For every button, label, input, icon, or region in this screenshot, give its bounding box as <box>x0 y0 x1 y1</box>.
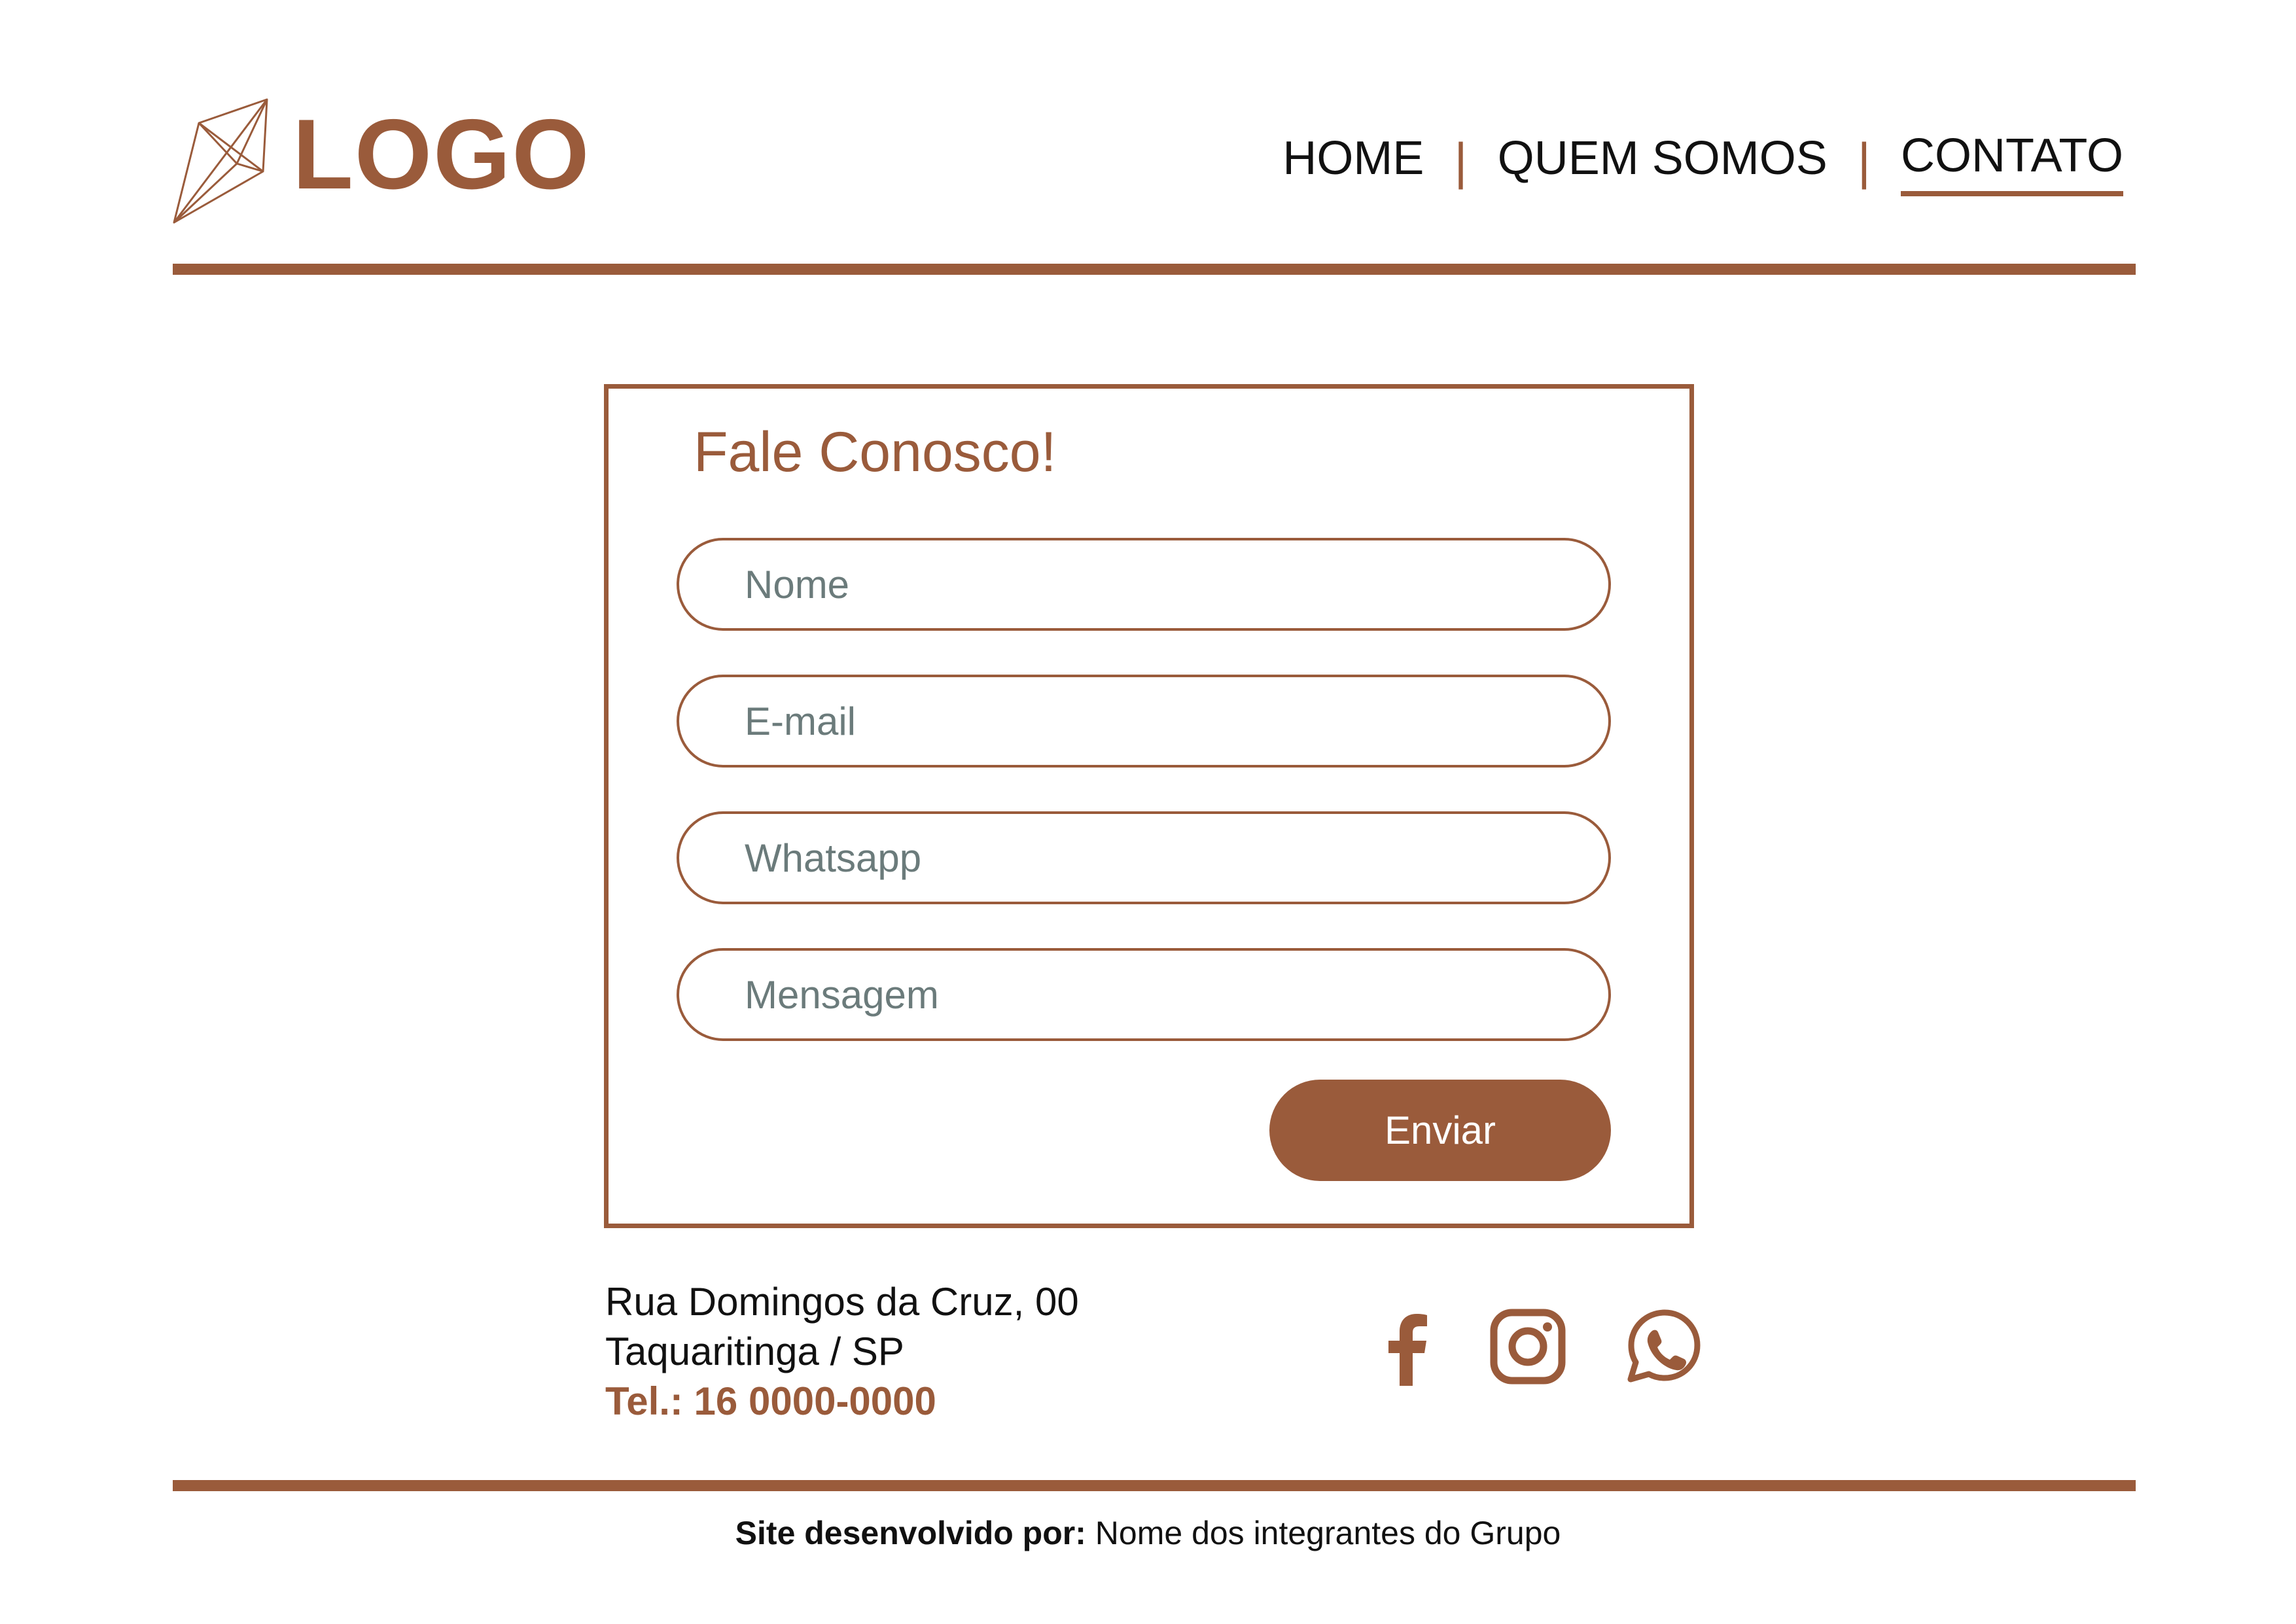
nav-quem-somos[interactable]: QUEM SOMOS <box>1498 128 1828 194</box>
footer-divider <box>173 1480 2136 1491</box>
nav-contato[interactable]: CONTATO <box>1901 126 2123 196</box>
footer-credits: Site desenvolvido por: Nome dos integran… <box>0 1517 2296 1549</box>
credits-label: Site desenvolvido por: <box>735 1515 1086 1551</box>
nav-separator: | <box>1857 132 1871 190</box>
mensagem-input[interactable] <box>677 948 1611 1041</box>
header-divider <box>173 264 2136 275</box>
email-input[interactable] <box>677 675 1611 768</box>
logo-text[interactable]: LOGO <box>292 105 591 204</box>
nome-input[interactable] <box>677 538 1611 631</box>
nav-separator: | <box>1454 132 1468 190</box>
diamond-icon <box>173 98 268 224</box>
contact-address: Rua Domingos da Cruz, 00 Taquaritinga / … <box>605 1277 1079 1426</box>
address-line-2: Taquaritinga / SP <box>605 1330 904 1373</box>
form-title: Fale Conosco! <box>694 421 1057 484</box>
address-line-1: Rua Domingos da Cruz, 00 <box>605 1280 1079 1324</box>
instagram-icon[interactable] <box>1489 1307 1567 1386</box>
enviar-button[interactable]: Enviar <box>1269 1080 1611 1181</box>
phone-number: Tel.: 16 0000-0000 <box>605 1379 936 1423</box>
nav-home[interactable]: HOME <box>1282 128 1424 194</box>
main-nav: HOME | QUEM SOMOS | CONTATO <box>1282 126 2123 196</box>
credits-value: Nome dos integrantes do Grupo <box>1095 1515 1561 1551</box>
whatsapp-icon[interactable] <box>1624 1307 1703 1386</box>
facebook-icon[interactable] <box>1371 1307 1449 1386</box>
whatsapp-input[interactable] <box>677 811 1611 904</box>
